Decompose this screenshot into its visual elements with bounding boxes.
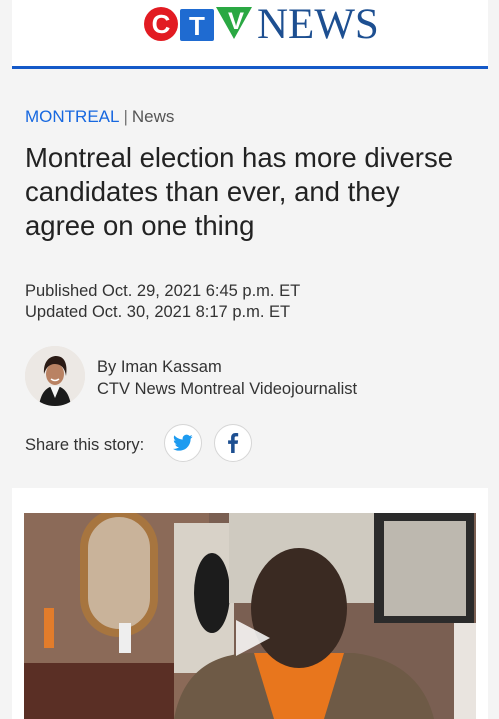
author-portrait <box>25 346 85 406</box>
author-avatar <box>25 346 85 406</box>
logo-letter-v-text: V <box>228 8 245 35</box>
logo-letter-t: T <box>180 9 214 41</box>
share-facebook-button[interactable] <box>214 424 252 462</box>
header-divider <box>12 66 488 69</box>
article-headline: Montreal election has more diverse candi… <box>25 142 453 241</box>
logo-news-wordmark: NEWS <box>257 1 379 48</box>
author-name[interactable]: By Iman Kassam <box>97 358 222 377</box>
share-twitter-button[interactable] <box>164 424 202 462</box>
video-thumbnail <box>24 513 476 719</box>
section-kicker: MONTREAL | News <box>25 107 174 127</box>
twitter-icon <box>173 434 193 451</box>
site-header: C T V NEWS <box>12 0 488 66</box>
author-role: CTV News Montreal Videojournalist <box>97 380 358 398</box>
logo-letter-c: C <box>144 7 178 41</box>
ctv-news-logo[interactable]: C T V NEWS <box>132 1 382 48</box>
category-label: News <box>131 107 175 126</box>
updated-date: Updated Oct. 30, 2021 8:17 p.m. ET <box>25 303 291 321</box>
section-link[interactable]: MONTREAL <box>25 107 119 126</box>
logo-letter-v: V <box>216 7 252 39</box>
kicker-separator: | <box>123 107 128 126</box>
facebook-icon <box>228 433 239 453</box>
published-date: Published Oct. 29, 2021 6:45 p.m. ET <box>25 282 301 300</box>
share-label: Share this story: <box>25 436 145 454</box>
play-icon[interactable] <box>236 620 270 656</box>
video-player[interactable] <box>24 513 476 719</box>
